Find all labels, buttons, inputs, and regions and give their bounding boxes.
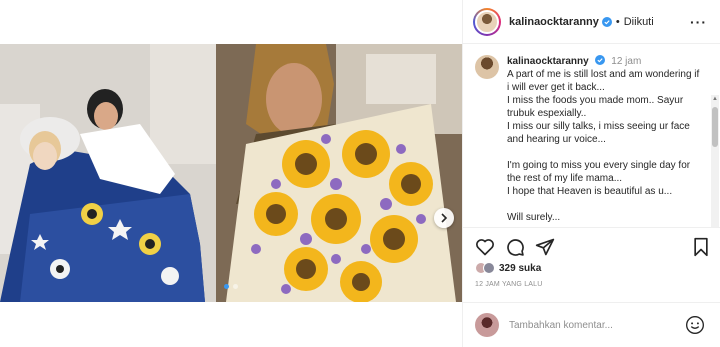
scrollbar-thumb[interactable] (712, 107, 718, 147)
follow-status-button[interactable]: Diikuti (624, 16, 654, 28)
author-avatar[interactable] (473, 7, 501, 36)
scroll-up-arrow-icon[interactable]: ▲ (711, 95, 719, 103)
photo-sunflower-bouquet (216, 44, 462, 302)
verified-badge-icon (594, 55, 605, 65)
photo-hospital-bed (0, 44, 216, 302)
send-icon[interactable] (535, 237, 555, 257)
carousel-indicator (0, 284, 462, 289)
caption-scrollbar[interactable]: ▲ ▼ (711, 95, 719, 227)
caption-line: I miss our silly talks, i miss seeing ur… (507, 121, 690, 145)
caption-line: I'm going to miss you every single day f… (507, 160, 691, 184)
likes-row: 329 suka (475, 262, 541, 274)
comment-icon[interactable] (505, 237, 525, 257)
caption-line: I hope that Heaven is beautiful as u... (507, 186, 673, 197)
carousel-dot (224, 284, 229, 289)
emoji-icon[interactable] (685, 315, 705, 335)
caption-section: kalinaocktaranny 12 jam A part of me is … (463, 45, 720, 228)
more-options-button[interactable]: ··· (690, 14, 707, 30)
verified-badge-icon (601, 16, 612, 27)
comment-form (463, 302, 720, 347)
caption-spacer (507, 198, 703, 211)
author-username[interactable]: kalinaocktaranny (509, 16, 599, 28)
post-timestamp[interactable]: 12 JAM YANG LALU (475, 281, 543, 288)
carousel-dot (233, 284, 238, 289)
chevron-right-icon (441, 213, 448, 223)
caption-time: 12 jam (611, 56, 642, 67)
post-media-carousel[interactable] (0, 44, 462, 302)
avatar (475, 313, 499, 337)
avatar (483, 262, 495, 274)
carousel-next-button[interactable] (434, 208, 454, 228)
instagram-post: kalinaocktaranny • Diikuti ··· kalinaock… (0, 0, 720, 347)
caption-author-avatar[interactable] (475, 55, 499, 79)
likes-count[interactable]: 329 suka (499, 263, 541, 274)
post-header: kalinaocktaranny • Diikuti ··· (463, 0, 720, 44)
action-bar (475, 237, 711, 259)
liker-avatars[interactable] (475, 262, 495, 274)
heart-icon[interactable] (475, 237, 495, 257)
caption-text: kalinaocktaranny 12 jam A part of me is … (507, 55, 703, 224)
post-sidebar: kalinaocktaranny • Diikuti ··· kalinaock… (462, 0, 720, 347)
caption-line: A part of me is still lost and am wonder… (507, 69, 700, 93)
caption-spacer (507, 146, 703, 159)
bookmark-icon[interactable] (691, 237, 711, 257)
caption-username[interactable]: kalinaocktaranny (507, 56, 589, 67)
comment-input[interactable] (509, 319, 689, 331)
caption-line: I miss the foods you made mom.. Sayur tr… (507, 95, 684, 119)
caption-line: Will surely... (507, 212, 561, 223)
header-separator: • (615, 15, 620, 28)
